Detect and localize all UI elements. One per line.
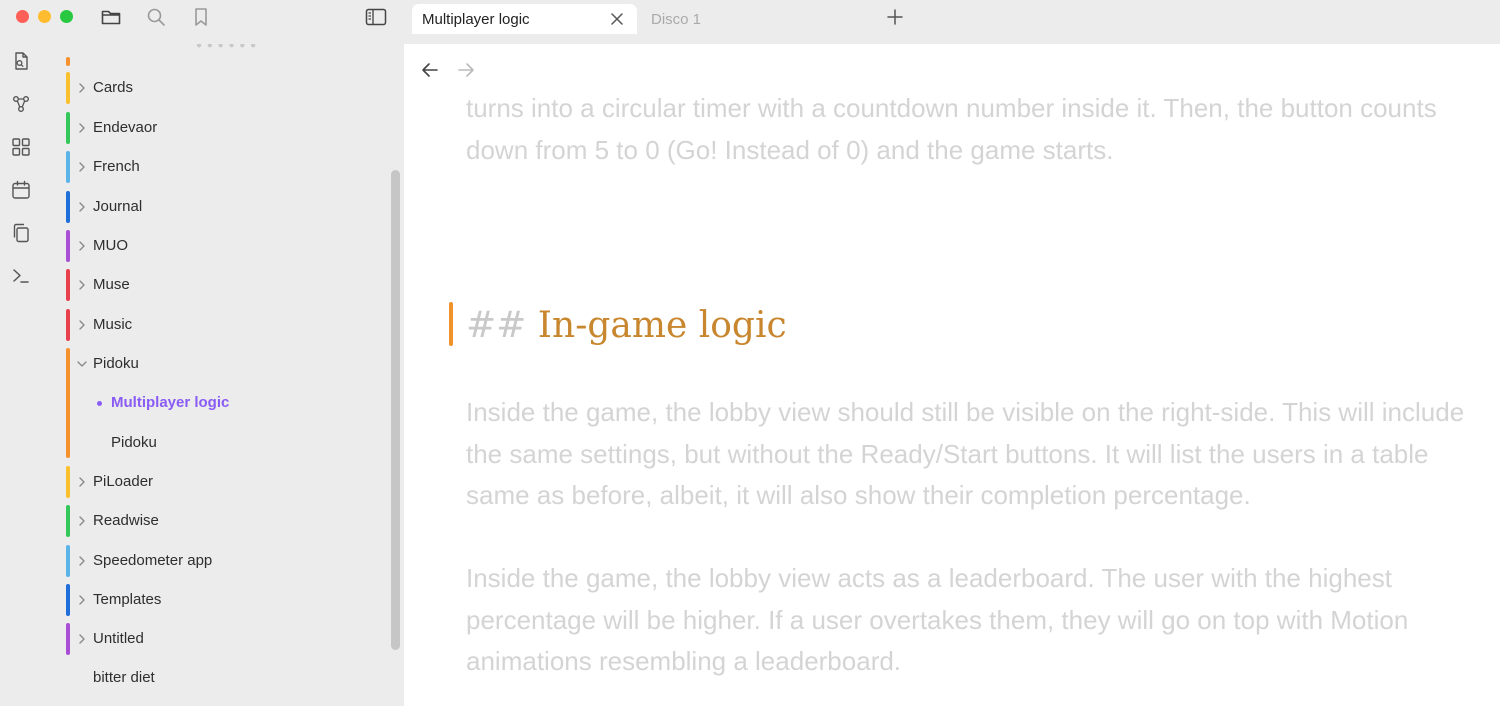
folder-label: French	[93, 158, 140, 175]
folder-color-bar	[66, 230, 70, 262]
new-tab-icon[interactable]	[884, 6, 906, 28]
paragraph-text[interactable]: turns into a circular timer with a count…	[466, 88, 1496, 171]
close-window-button[interactable]	[16, 10, 29, 23]
paragraph-text[interactable]: Inside the game, the lobby view should s…	[466, 392, 1496, 517]
heading-hash: ##	[466, 305, 527, 346]
folder-color-bar	[66, 269, 70, 301]
folder-label: Untitled	[93, 630, 144, 647]
chevron-down-icon	[77, 361, 87, 367]
note-label: bitter diet	[93, 669, 155, 686]
chevron-right-icon	[79, 201, 85, 212]
chevron-right-icon	[79, 516, 85, 526]
folder-color-bar	[66, 151, 70, 183]
active-note-dot	[97, 401, 102, 406]
search-icon[interactable]	[145, 6, 167, 28]
editor-pane[interactable]: turns into a circular timer with a count…	[404, 44, 1500, 706]
folder-color-bar	[66, 111, 70, 144]
section-heading[interactable]: ## In-game logic	[466, 302, 787, 350]
folder-item[interactable]: French	[66, 151, 376, 183]
file-switcher-icon[interactable]	[10, 50, 32, 72]
chevron-right-icon	[79, 162, 85, 172]
tab-label: Disco 1	[651, 10, 702, 28]
forward-arrow-icon[interactable]	[456, 60, 476, 80]
folder-color-bar	[66, 190, 70, 223]
drag-handle[interactable]: ● ● ● ● ● ●	[196, 44, 257, 51]
folder-item[interactable]: Muse	[66, 269, 376, 301]
bookmark-icon[interactable]	[190, 6, 212, 28]
folder-color-bar	[66, 466, 70, 498]
back-arrow-icon[interactable]	[420, 60, 440, 80]
folder-color-bar	[66, 623, 70, 655]
tab-label: Multiplayer logic	[422, 10, 530, 28]
folder-label: PiLoader	[93, 473, 154, 490]
maximize-window-button[interactable]	[60, 10, 73, 23]
file-explorer: ● ● ● ● ● ● Cards Endevaor French Journal MU…	[44, 44, 388, 706]
minimize-window-button[interactable]	[38, 10, 51, 23]
title-bar: Multiplayer logic Disco 1	[0, 0, 1500, 44]
folder-label: Music	[93, 315, 133, 333]
folder-label: MUO	[93, 237, 128, 254]
close-tab-icon[interactable]	[607, 9, 627, 29]
folder-color-bar	[66, 505, 70, 537]
note-item[interactable]: Pidoku	[66, 427, 376, 459]
chevron-right-icon	[79, 241, 85, 251]
folder-item[interactable]: PiLoader	[66, 466, 376, 498]
note-item[interactable]: Multiplayer logic	[66, 387, 376, 419]
folder-label: Readwise	[93, 512, 159, 529]
folder-label: Speedometer app	[93, 551, 213, 569]
chevron-right-icon	[79, 634, 85, 644]
sidebar-toggle-icon[interactable]	[365, 6, 387, 28]
folder-label: Endevaor	[93, 118, 158, 136]
chevron-right-icon	[79, 477, 85, 487]
tab-disco-1[interactable]: Disco 1	[651, 4, 701, 34]
heading-text: In-game logic	[537, 305, 787, 346]
folder-item[interactable]: Endevaor	[66, 111, 376, 144]
folder-item[interactable]: Speedometer app	[66, 544, 376, 577]
folder-label: Journal	[93, 197, 143, 215]
folder-item[interactable]: Journal	[66, 190, 376, 223]
ribbon	[0, 44, 44, 706]
folder-label: Cards	[93, 79, 134, 96]
folder-label: Templates	[93, 591, 162, 608]
folder-label: Muse	[93, 276, 130, 293]
chevron-right-icon	[79, 555, 85, 566]
folder-color-bar	[66, 72, 70, 104]
graph-view-icon[interactable]	[10, 93, 32, 115]
folder-item[interactable]: Cards	[66, 72, 376, 104]
canvas-icon[interactable]	[10, 136, 32, 158]
folder-item[interactable]: Readwise	[66, 505, 376, 537]
folder-item[interactable]: Pidoku	[66, 348, 376, 458]
folder-item[interactable]: Music	[66, 308, 376, 341]
folder-item[interactable]: MUO	[66, 230, 376, 262]
terminal-icon[interactable]	[10, 265, 32, 287]
tab-multiplayer-logic[interactable]: Multiplayer logic	[412, 4, 637, 34]
folder-color-bar	[66, 57, 70, 66]
folder-icon[interactable]	[100, 6, 122, 28]
folder-color-bar	[66, 308, 70, 341]
note-item[interactable]: bitter diet	[66, 662, 376, 694]
calendar-icon[interactable]	[10, 179, 32, 201]
heading-marker	[449, 302, 453, 346]
chevron-right-icon	[79, 319, 85, 330]
chevron-right-icon	[79, 280, 85, 290]
folder-label: Pidoku	[93, 355, 139, 372]
note-label: Multiplayer logic	[111, 394, 230, 411]
sidebar-scrollbar-thumb[interactable]	[391, 170, 400, 650]
paragraph-text[interactable]: Inside the game, the lobby view acts as …	[466, 558, 1496, 683]
chevron-right-icon	[79, 83, 85, 93]
note-label: Pidoku	[111, 433, 157, 451]
folder-item[interactable]: Untitled	[66, 623, 376, 655]
copy-icon[interactable]	[10, 222, 32, 244]
folder-color-bar	[66, 584, 70, 616]
folder-color-bar	[66, 544, 70, 577]
chevron-right-icon	[79, 122, 85, 133]
folder-item[interactable]: Templates	[66, 584, 376, 616]
chevron-right-icon	[79, 595, 85, 605]
